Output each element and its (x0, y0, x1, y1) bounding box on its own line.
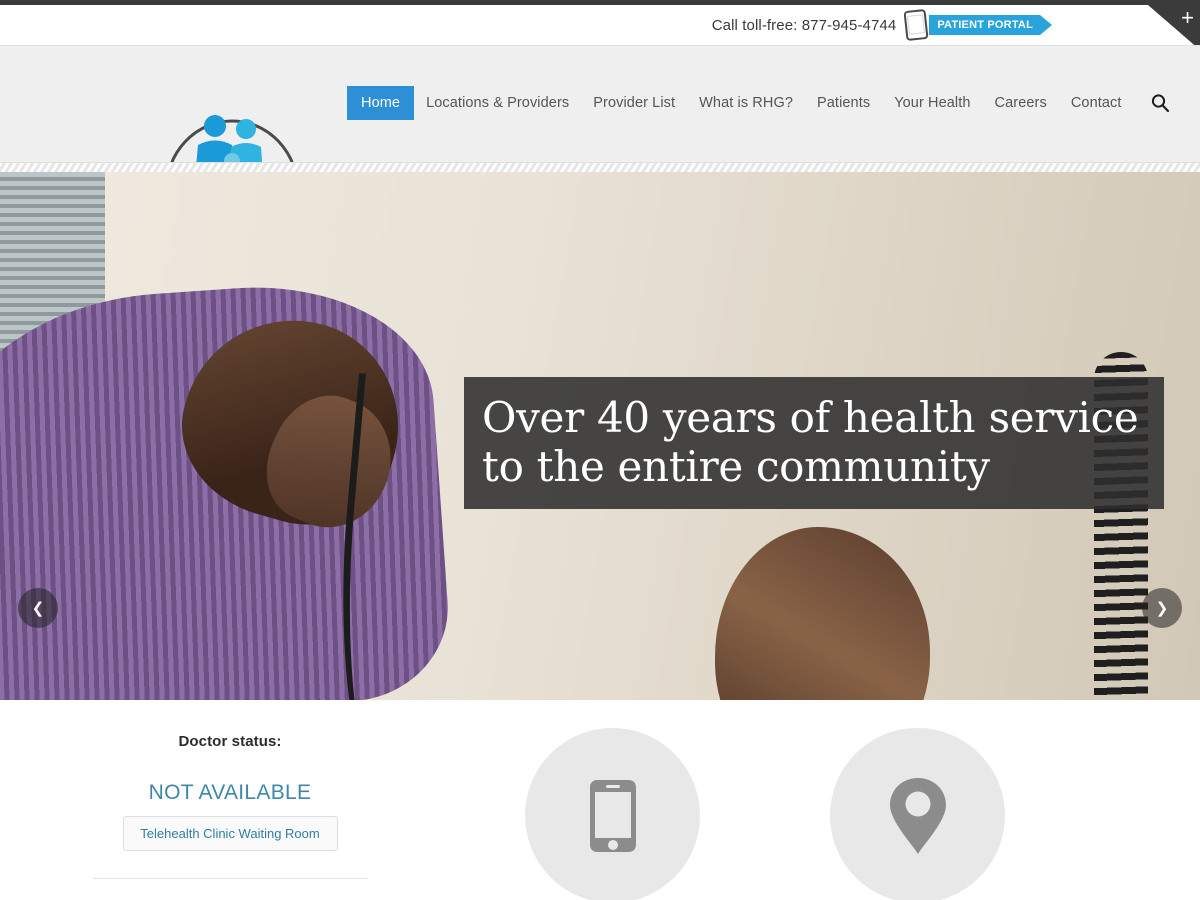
locations-promo-column (765, 720, 1070, 900)
hero-caption: Over 40 years of health service to the e… (464, 377, 1164, 509)
hero-caption-line-1: Over 40 years of health service (482, 393, 1139, 442)
toll-free-phone: Call toll-free: 877-945-4744 (711, 16, 897, 34)
search-icon[interactable] (1147, 90, 1173, 116)
promo-strip: Doctor status: NOT AVAILABLE Telehealth … (0, 700, 1200, 900)
carousel-prev-button[interactable]: ❮ (18, 588, 58, 628)
telehealth-waiting-room-button[interactable]: Telehealth Clinic Waiting Room (122, 816, 338, 851)
mobile-promo-column (460, 720, 765, 900)
nav-item-locations-providers[interactable]: Locations & Providers (414, 86, 581, 120)
nav-item-home[interactable]: Home (347, 86, 415, 120)
mobile-app-button[interactable] (525, 728, 700, 900)
hero-caption-line-2: to the entire community (482, 442, 990, 491)
map-pin-icon (889, 777, 946, 854)
doctor-status-label: Doctor status: (178, 733, 282, 750)
nav-item-provider-list[interactable]: Provider List (581, 86, 687, 120)
main-navigation: Home Locations & Providers Provider List… (347, 86, 1173, 120)
corner-expand-toggle[interactable]: + (1148, 5, 1200, 50)
masthead: RURAL HEALTH GROUP healthcare that fits … (0, 45, 1200, 207)
hatched-divider (0, 162, 1200, 172)
status-divider (92, 878, 368, 879)
carousel-next-button[interactable]: ❯ (1142, 588, 1182, 628)
doctor-status-value: NOT AVAILABLE (148, 781, 312, 804)
nav-item-contact[interactable]: Contact (1059, 86, 1134, 120)
nav-item-careers[interactable]: Careers (983, 86, 1059, 120)
mobile-phone-icon (903, 8, 929, 42)
find-location-button[interactable] (830, 728, 1005, 900)
mobile-phone-icon (589, 779, 636, 852)
patient-portal-ribbon[interactable]: PATIENT PORTAL (929, 15, 1052, 35)
hero-slider: Over 40 years of health service to the e… (0, 172, 1200, 700)
patient-portal-label: PATIENT PORTAL (937, 19, 1033, 31)
patient-portal-link[interactable]: PATIENT PORTAL (903, 8, 1052, 42)
utility-bar: Call toll-free: 877-945-4744 PATIENT POR… (0, 5, 1200, 50)
nav-item-patients[interactable]: Patients (805, 86, 882, 120)
doctor-status-panel: Doctor status: NOT AVAILABLE Telehealth … (0, 720, 460, 900)
nav-item-your-health[interactable]: Your Health (882, 86, 982, 120)
plus-icon: + (1181, 5, 1194, 30)
nav-item-what-is-rhg[interactable]: What is RHG? (687, 86, 805, 120)
